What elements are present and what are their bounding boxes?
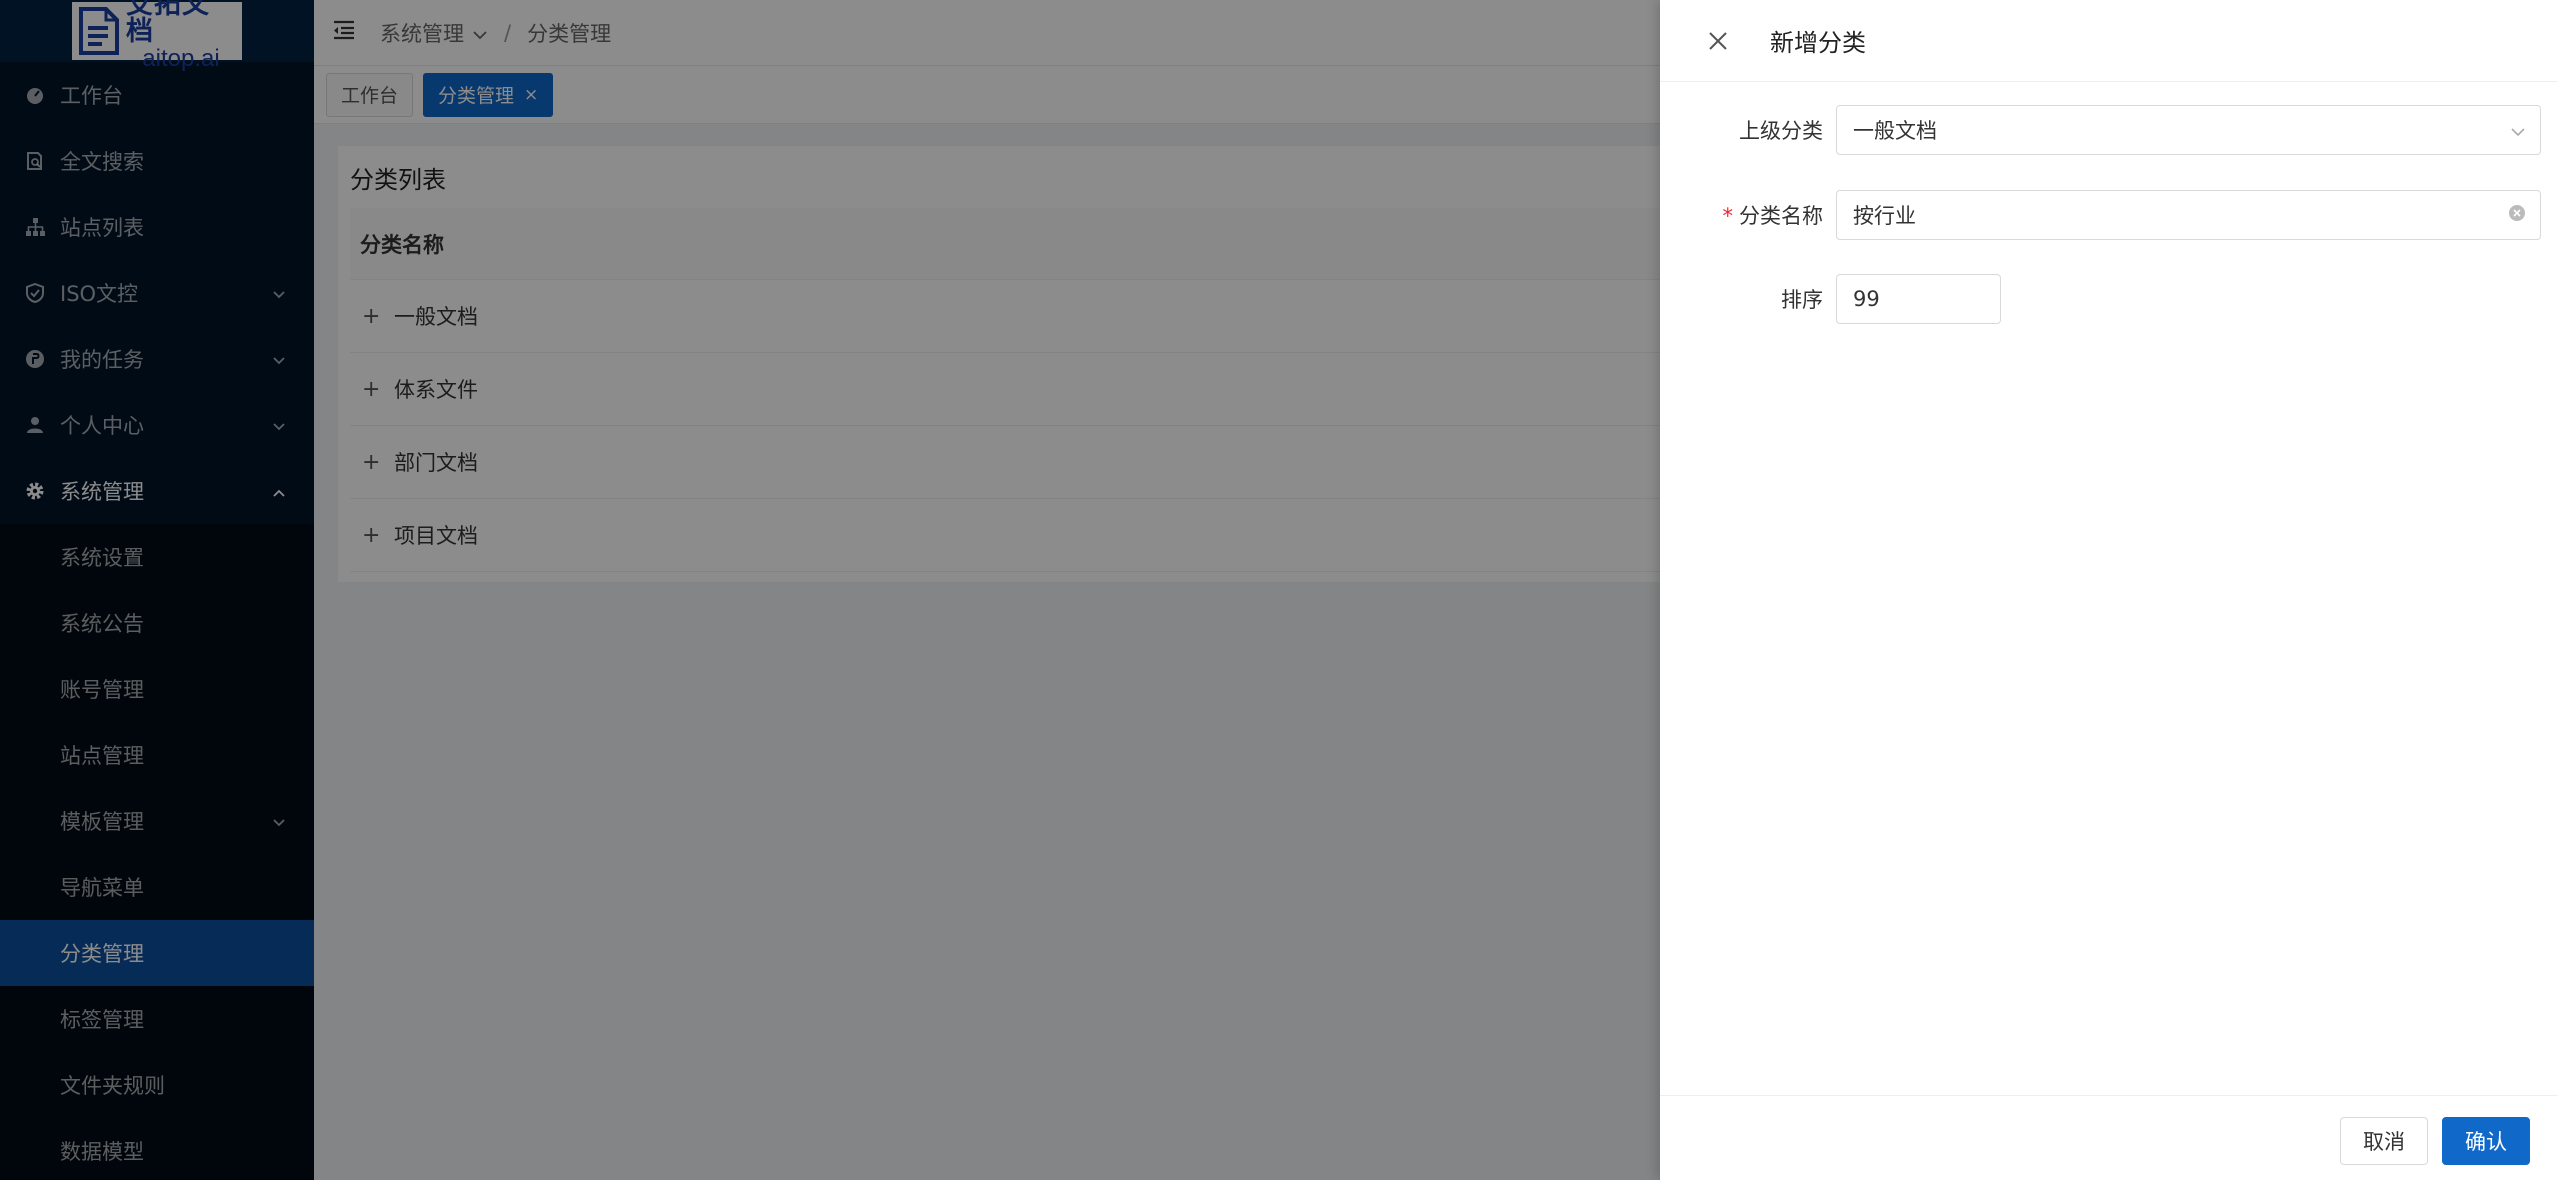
close-icon[interactable]: [1706, 29, 1730, 53]
drawer-footer: 取消 确认: [1660, 1095, 2557, 1180]
parent-category-value: 一般文档: [1853, 119, 1937, 143]
order-value: 99: [1853, 287, 1880, 311]
required-mark: *: [1722, 204, 1734, 228]
category-name-label: * 分类名称: [1660, 200, 1824, 230]
category-name-row: * 分类名称 按行业: [1660, 190, 2557, 240]
confirm-button[interactable]: 确认: [2442, 1117, 2530, 1165]
drawer-mask-left[interactable]: [0, 0, 314, 1180]
order-row: 排序 99: [1660, 274, 2557, 324]
order-input[interactable]: 99: [1836, 274, 2001, 324]
drawer-mask[interactable]: [314, 0, 1660, 1180]
parent-category-label: 上级分类: [1739, 119, 1823, 143]
chevron-down-icon: [2510, 118, 2526, 142]
drawer-header: 新增分类: [1660, 0, 2557, 82]
add-category-drawer: 新增分类 上级分类 一般文档 * 分类名称 按行业 排序 99 取消 确认: [1660, 0, 2557, 1180]
drawer-title: 新增分类: [1770, 29, 1866, 57]
cancel-button[interactable]: 取消: [2340, 1117, 2428, 1165]
parent-category-select[interactable]: 一般文档: [1836, 105, 2541, 155]
order-label: 排序: [1781, 288, 1823, 312]
clear-icon[interactable]: [2508, 203, 2526, 227]
category-name-value: 按行业: [1853, 204, 1916, 228]
parent-category-row: 上级分类 一般文档: [1660, 105, 2557, 155]
category-name-input[interactable]: 按行业: [1836, 190, 2541, 240]
category-name-label-text: 分类名称: [1739, 204, 1823, 228]
